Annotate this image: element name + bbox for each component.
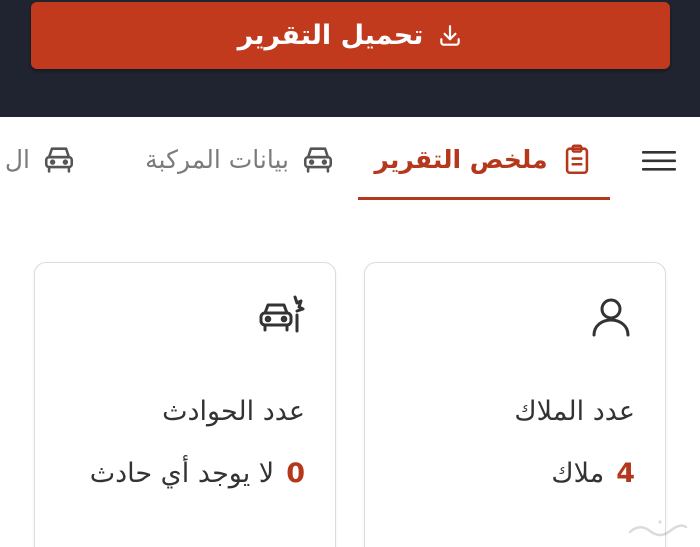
tab-summary-label: ملخص التقرير xyxy=(374,145,548,174)
owners-card: عدد الملاك 4 ملاك xyxy=(364,262,666,547)
download-report-button[interactable]: تحميل التقرير xyxy=(31,2,670,69)
accidents-card: عدد الحوادث 0 لا يوجد أي حادث xyxy=(34,262,336,547)
download-icon xyxy=(440,24,461,46)
car-icon xyxy=(303,146,333,173)
download-label: تحميل التقرير xyxy=(237,20,424,51)
tab-report-summary[interactable]: ملخص التقرير xyxy=(358,117,610,202)
hamburger-menu-icon[interactable] xyxy=(642,149,676,173)
tab-third[interactable]: ال xyxy=(5,117,76,202)
owners-title: عدد الملاك xyxy=(514,396,635,427)
haraj-watermark-logo xyxy=(628,520,688,537)
owners-count: 4 xyxy=(616,458,635,489)
tab-third-label: ال xyxy=(4,145,30,174)
tab-bar: ملخص التقرير بيانات المركبة ال xyxy=(0,117,700,202)
car-crash-icon xyxy=(259,295,305,333)
owners-value: 4 ملاك xyxy=(551,458,635,489)
user-icon xyxy=(592,298,630,337)
accidents-value: 0 لا يوجد أي حادث xyxy=(90,458,305,489)
owners-unit: ملاك xyxy=(551,458,605,489)
clipboard-icon xyxy=(565,144,588,174)
active-tab-indicator xyxy=(358,197,610,200)
accidents-text: لا يوجد أي حادث xyxy=(89,458,275,489)
accidents-count: 0 xyxy=(286,458,305,489)
top-bar: تحميل التقرير xyxy=(0,0,700,117)
tab-vehicle-label: بيانات المركبة xyxy=(145,145,289,174)
tab-vehicle-data[interactable]: بيانات المركبة xyxy=(145,117,335,202)
accidents-title: عدد الحوادث xyxy=(162,396,305,427)
car-icon xyxy=(44,146,74,173)
